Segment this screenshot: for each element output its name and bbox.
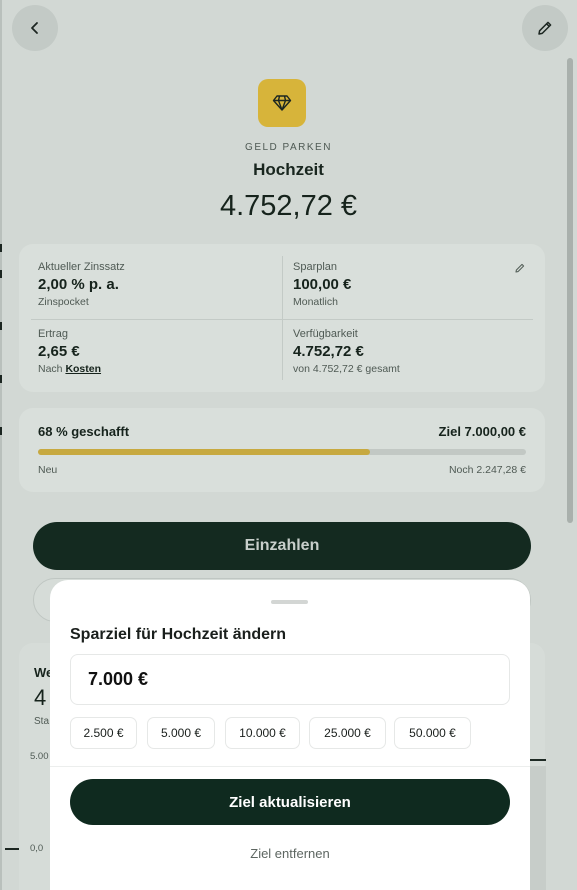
availability-cell: Verfügbarkeit 4.752,72 € von 4.752,72 € … [293,328,400,375]
progress-done-label: 68 % geschafft [38,424,130,439]
yield-sub: Nach Kosten [38,363,101,375]
pencil-icon [538,21,552,35]
progress-goal-label: Ziel 7.000,00 € [438,424,526,439]
goal-category-icon [258,79,306,127]
yield-value: 2,65 € [38,343,80,360]
amount-chip[interactable]: 25.000 € [309,717,386,749]
goal-title: Hochzeit [253,160,324,179]
edit-plan-icon[interactable] [514,262,526,274]
savings-plan-label: Sparplan [293,261,338,273]
goal-balance: 4.752,72 € [219,190,358,222]
info-divider-vertical [282,256,283,380]
costs-link[interactable]: Kosten [65,363,101,375]
left-edge [0,0,2,890]
chart-area [530,766,546,890]
deposit-button[interactable]: Einzahlen [33,522,531,570]
savings-plan-sub: Monatlich [293,296,338,308]
progress-card: 68 % geschafft Ziel 7.000,00 € Neu Noch … [19,408,545,492]
goal-detail-page: GELD PARKEN Hochzeit 4.752,72 € Aktuelle… [0,0,577,890]
remove-goal-link[interactable]: Ziel entfernen [50,846,530,861]
savings-plan-cell[interactable]: Sparplan 100,00 € Monatlich [293,261,351,308]
progress-track [38,449,526,455]
savings-plan-value: 100,00 € [293,276,352,293]
chart-card-value: 4 [34,685,47,710]
progress-start-label: Neu [38,464,58,476]
progress-remaining-label: Noch 2.247,28 € [448,464,526,476]
yield-cell: Ertrag 2,65 € Nach Kosten [38,328,101,375]
interest-rate-cell: Aktueller Zinssatz 2,00 % p. a. Zinspock… [38,261,125,308]
progress-fill [38,449,370,455]
yield-sub-prefix: Nach [38,363,63,375]
availability-value: 4.752,72 € [293,343,364,360]
sheet-title: Sparziel für Hochzeit ändern [70,626,287,643]
chart-baseline-marker [5,848,19,850]
sheet-divider [50,766,530,767]
sheet-drag-handle[interactable] [271,600,308,604]
yield-label: Ertrag [38,328,68,340]
scrollbar[interactable] [567,58,573,523]
chevron-left-icon [31,22,38,34]
diamond-icon [272,95,292,111]
info-divider-horizontal [31,319,533,320]
interest-rate-sub: Zinspocket [38,296,89,308]
goal-amount-input[interactable]: 7.000 € [70,654,510,705]
goal-category: GELD PARKEN [245,142,332,153]
chart-axis-top: 5.00 [30,751,49,762]
interest-rate-value: 2,00 % p. a. [38,276,119,293]
chart-axis-bottom: 0,0 [30,843,44,854]
edit-goal-sheet: Sparziel für Hochzeit ändern 7.000 € 2.5… [50,580,530,890]
availability-label: Verfügbarkeit [293,328,358,340]
amount-chip[interactable]: 5.000 € [147,717,215,749]
info-card: Aktueller Zinssatz 2,00 % p. a. Zinspock… [19,244,545,392]
back-button[interactable] [12,5,58,51]
amount-chip[interactable]: 10.000 € [225,717,300,749]
edit-button[interactable] [522,5,568,51]
chart-line [528,759,546,761]
chart-card-sub: Sta [34,716,50,727]
interest-rate-label: Aktueller Zinssatz [38,261,125,273]
availability-sub: von 4.752,72 € gesamt [293,363,400,375]
amount-chip[interactable]: 50.000 € [394,717,471,749]
amount-chip[interactable]: 2.500 € [70,717,137,749]
update-goal-button[interactable]: Ziel aktualisieren [70,779,510,825]
